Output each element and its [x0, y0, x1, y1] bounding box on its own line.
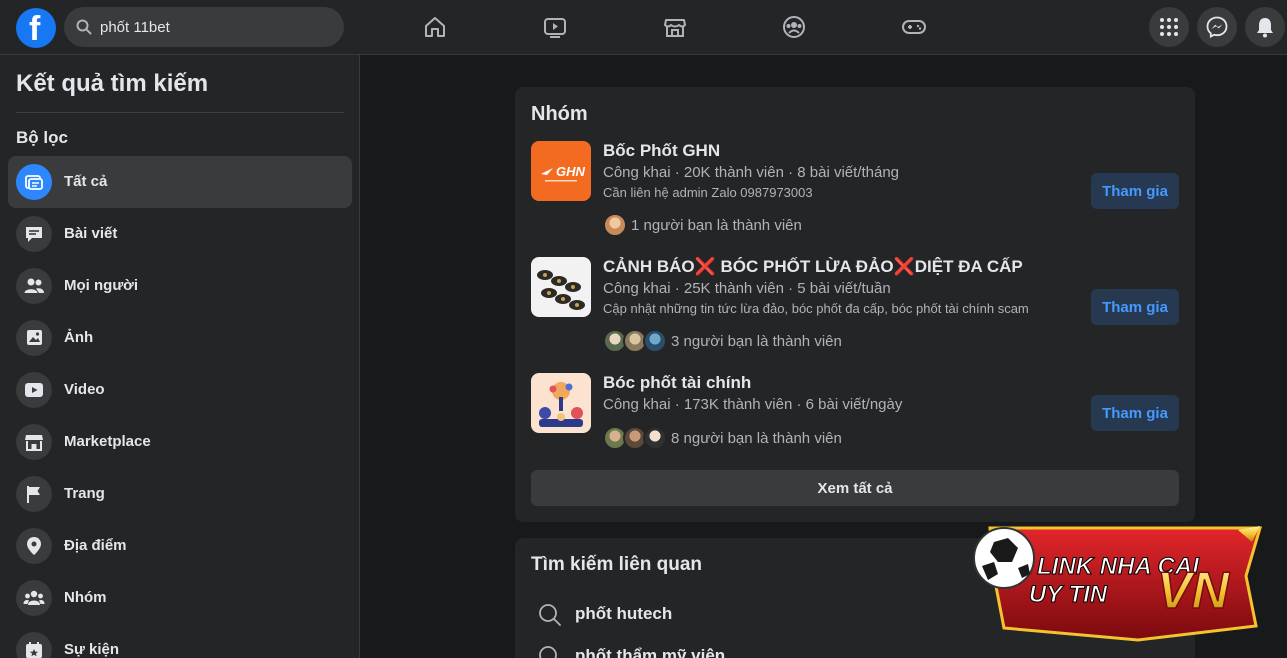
related-search-item[interactable]: phốt hutech: [537, 600, 937, 628]
related-searches-title: Tìm kiếm liên quan: [531, 554, 703, 575]
group-result[interactable]: GHN Bốc Phốt GHN Công khai · 20K thành v…: [531, 141, 1179, 237]
sidebar-item-all[interactable]: Tất cả: [8, 156, 352, 208]
group-meta: Công khai · 20K thành viên · 8 bài viết/…: [603, 164, 900, 181]
events-icon: [16, 632, 52, 658]
marketplace-store-icon[interactable]: [659, 11, 691, 43]
sidebar-item-posts[interactable]: Bài viết: [8, 208, 352, 260]
ghn-logo-text: GHN: [556, 164, 586, 179]
search-icon: [539, 646, 557, 658]
search-filters-sidebar: Kết quả tìm kiếm Bộ lọc Tất cả Bài viết …: [0, 55, 360, 658]
watermark-badge: VN: [1157, 562, 1231, 620]
search-input[interactable]: [100, 17, 330, 37]
photos-icon: [16, 320, 52, 356]
all-results-icon: [16, 164, 52, 200]
related-search-text: phốt thẩm mỹ viện: [575, 646, 726, 658]
location-pin-icon: [16, 528, 52, 564]
group-name[interactable]: Bóc phốt tài chính: [603, 373, 751, 393]
groups-nav-icon[interactable]: [778, 11, 810, 43]
sidebar-item-events[interactable]: Sự kiện: [8, 624, 352, 658]
sidebar-item-label: Bài viết: [64, 225, 118, 242]
sidebar-title: Kết quả tìm kiếm: [16, 70, 209, 97]
group-thumbnail-finance[interactable]: [531, 373, 591, 433]
search-icon: [539, 604, 561, 626]
sidebar-item-label: Trang: [64, 485, 105, 502]
group-thumbnail-warning[interactable]: [531, 257, 591, 317]
sidebar-item-label: Ảnh: [64, 329, 94, 346]
menu-grid-icon[interactable]: [1149, 7, 1189, 47]
facebook-logo-icon[interactable]: f: [16, 8, 56, 48]
gaming-controller-icon[interactable]: [898, 11, 930, 43]
sidebar-item-marketplace[interactable]: Marketplace: [8, 416, 352, 468]
video-icon: [16, 372, 52, 408]
pages-flag-icon: [16, 476, 52, 512]
search-icon: [76, 19, 92, 35]
group-meta: Công khai · 25K thành viên · 5 bài viết/…: [603, 280, 891, 297]
posts-icon: [16, 216, 52, 252]
see-all-groups-button[interactable]: Xem tất cả: [531, 470, 1179, 506]
group-name[interactable]: CẢNH BÁO❌ BÓC PHỐT LỪA ĐẢO❌DIỆT ĐA CẤP: [603, 257, 1023, 277]
search-box[interactable]: [64, 7, 344, 47]
group-description: Cập nhật những tin tức lừa đảo, bóc phốt…: [603, 301, 1029, 316]
related-search-item[interactable]: phốt thẩm mỹ viện: [537, 642, 937, 658]
sidebar-item-groups[interactable]: Nhóm: [8, 572, 352, 624]
friend-avatar: [643, 329, 667, 353]
join-group-button[interactable]: Tham gia: [1091, 289, 1179, 325]
sidebar-item-label: Địa điểm: [64, 537, 127, 554]
marketplace-icon: [16, 424, 52, 460]
friends-count-text: 8 người bạn là thành viên: [671, 430, 842, 447]
group-name[interactable]: Bốc Phốt GHN: [603, 141, 720, 161]
related-search-text: phốt hutech: [575, 604, 673, 623]
sidebar-item-label: Nhóm: [64, 589, 107, 606]
people-icon: [16, 268, 52, 304]
watermark-line2: UY TIN: [1029, 581, 1108, 608]
sidebar-item-places[interactable]: Địa điểm: [8, 520, 352, 572]
sidebar-divider: [16, 112, 344, 113]
group-thumbnail-ghn[interactable]: GHN: [531, 141, 591, 201]
sidebar-item-label: Video: [64, 381, 105, 398]
groups-results-card: Nhóm GHN Bốc Phốt GHN Công khai · 20K th…: [515, 87, 1195, 522]
top-navigation-bar: f: [0, 0, 1287, 55]
groups-section-title: Nhóm: [531, 103, 588, 125]
home-icon[interactable]: [419, 11, 451, 43]
group-meta: Công khai · 173K thành viên · 6 bài viết…: [603, 396, 903, 413]
sidebar-item-label: Mọi người: [64, 277, 139, 294]
friend-avatar: [643, 426, 667, 450]
filters-heading: Bộ lọc: [16, 128, 68, 147]
sidebar-item-photos[interactable]: Ảnh: [8, 312, 352, 364]
friends-count-text: 3 người bạn là thành viên: [671, 333, 842, 350]
groups-icon: [16, 580, 52, 616]
join-group-button[interactable]: Tham gia: [1091, 173, 1179, 209]
join-group-button[interactable]: Tham gia: [1091, 395, 1179, 431]
sidebar-item-label: Sự kiện: [64, 641, 120, 658]
messenger-icon[interactable]: [1197, 7, 1237, 47]
watch-video-icon[interactable]: [539, 11, 571, 43]
sidebar-item-label: Marketplace: [64, 433, 151, 450]
sidebar-item-label: Tất cả: [64, 173, 108, 190]
group-result[interactable]: CẢNH BÁO❌ BÓC PHỐT LỪA ĐẢO❌DIỆT ĐA CẤP C…: [531, 257, 1179, 353]
friends-count-text: 1 người bạn là thành viên: [631, 217, 802, 234]
notifications-bell-icon[interactable]: [1245, 7, 1285, 47]
linknhacai-watermark-logo: LINK NHA CAI UY TIN VN: [968, 516, 1268, 644]
friend-avatar: [603, 213, 627, 237]
sidebar-item-pages[interactable]: Trang: [8, 468, 352, 520]
group-description: Cần liên hệ admin Zalo 0987973003: [603, 185, 813, 200]
group-result[interactable]: Bóc phốt tài chính Công khai · 173K thàn…: [531, 373, 1179, 453]
sidebar-item-people[interactable]: Mọi người: [8, 260, 352, 312]
sidebar-item-video[interactable]: Video: [8, 364, 352, 416]
